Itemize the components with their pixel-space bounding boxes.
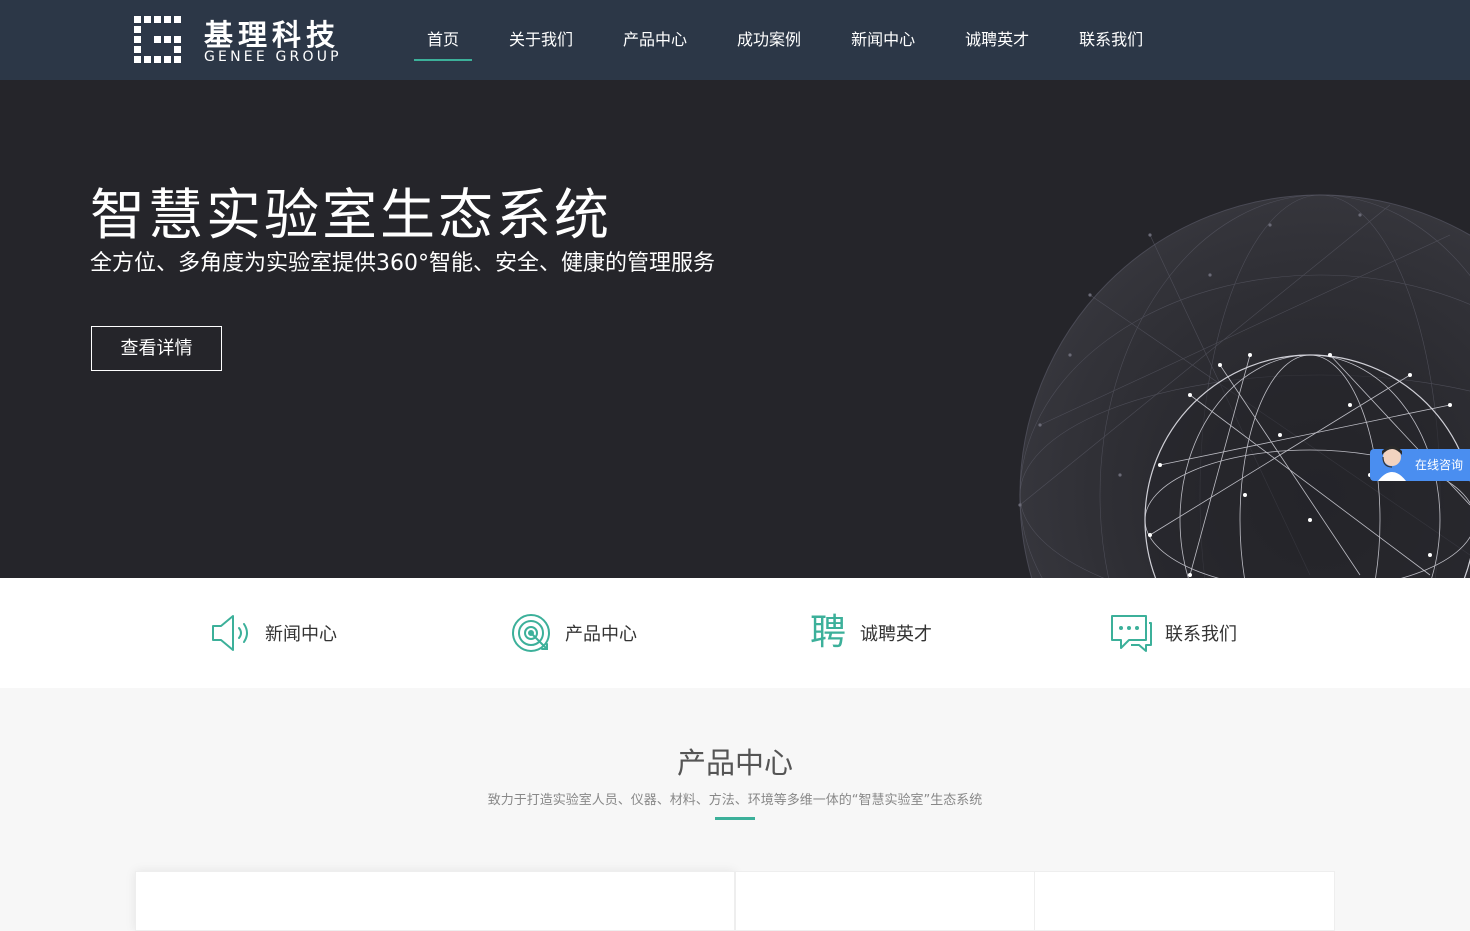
nav-item-careers[interactable]: 诚聘英才	[952, 0, 1042, 80]
pin-char-icon: 聘	[809, 612, 846, 653]
hero-title: 智慧实验室生态系统	[90, 183, 613, 247]
quick-links-bar: 新闻中心 产品中心 聘 诚聘英才 联系我们	[0, 578, 1470, 688]
logo-chinese-name: 基理科技	[204, 18, 341, 52]
logo[interactable]: 基理科技 GENEE GROUP	[134, 14, 354, 66]
nav-item-products[interactable]: 产品中心	[610, 0, 700, 80]
main-nav: 首页 关于我们 产品中心 成功案例 新闻中心 诚聘英才 联系我们	[414, 0, 1180, 80]
section-title-underline	[715, 817, 755, 820]
products-section-subtitle: 致力于打造实验室人员、仪器、材料、方法、环境等多维一体的“智慧实验室”生态系统	[487, 793, 983, 808]
site-header: 基理科技 GENEE GROUP 首页 关于我们 产品中心 成功案例 新闻中心 …	[0, 0, 1470, 80]
quick-link-label: 联系我们	[1165, 624, 1237, 645]
product-card[interactable]	[735, 871, 1035, 931]
view-details-button[interactable]: 查看详情	[91, 326, 222, 371]
quick-link-news[interactable]: 新闻中心	[209, 578, 337, 688]
nav-item-news[interactable]: 新闻中心	[838, 0, 928, 80]
online-consult-button[interactable]: 在线咨询	[1370, 446, 1470, 481]
chat-icon	[1111, 615, 1152, 652]
quick-link-contact[interactable]: 联系我们	[1109, 578, 1237, 688]
product-card[interactable]	[1034, 871, 1335, 931]
nav-item-about[interactable]: 关于我们	[496, 0, 586, 80]
online-consult-label: 在线咨询	[1415, 458, 1464, 472]
quick-link-careers[interactable]: 聘 诚聘英才	[808, 578, 932, 688]
nav-item-cases[interactable]: 成功案例	[724, 0, 814, 80]
hero-banner: 智慧实验室生态系统 全方位、多角度为实验室提供360°智能、安全、健康的管理服务…	[0, 80, 1470, 578]
quick-link-products[interactable]: 产品中心	[509, 578, 637, 688]
hero-subtitle: 全方位、多角度为实验室提供360°智能、安全、健康的管理服务	[90, 251, 715, 276]
product-card[interactable]	[135, 871, 735, 931]
customer-service-avatar-icon	[1378, 446, 1406, 481]
quick-link-label: 诚聘英才	[860, 624, 932, 645]
network-globe-graphic	[1018, 194, 1470, 578]
quick-link-label: 产品中心	[565, 624, 637, 645]
nav-item-contact[interactable]: 联系我们	[1066, 0, 1156, 80]
target-icon	[512, 614, 550, 652]
logo-mark-icon	[134, 16, 181, 63]
products-section-title: 产品中心	[676, 746, 793, 780]
nav-item-home[interactable]: 首页	[414, 0, 473, 80]
logo-english-name: GENEE GROUP	[204, 49, 342, 65]
quick-link-label: 新闻中心	[265, 624, 337, 645]
speaker-icon	[212, 615, 248, 651]
